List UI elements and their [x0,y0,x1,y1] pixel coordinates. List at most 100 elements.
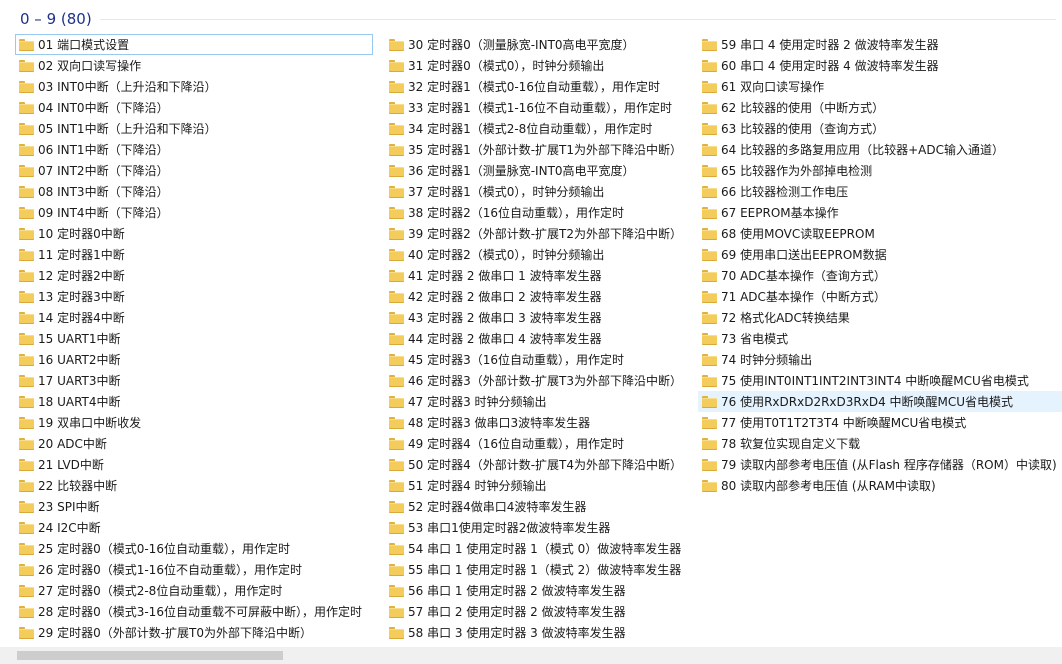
folder-item[interactable]: 56 串口 1 使用定时器 2 做波特率发生器 [385,580,691,601]
folder-icon [389,438,404,450]
folder-name: 64 比较器的多路复用应用（比较器+ADC输入通道） [721,143,1004,157]
folder-icon [702,354,717,366]
horizontal-scrollbar[interactable] [0,647,1062,664]
folder-item[interactable]: 28 定时器0（模式3-16位自动重载不可屏蔽中断），用作定时 [15,601,373,622]
folder-item[interactable]: 62 比较器的使用（中断方式） [698,97,1062,118]
folder-item[interactable]: 20 ADC中断 [15,433,373,454]
folder-item[interactable]: 50 定时器4（外部计数-扩展T4为外部下降沿中断） [385,454,691,475]
folder-item[interactable]: 08 INT3中断（下降沿） [15,181,373,202]
folder-item[interactable]: 40 定时器2（模式0），时钟分频输出 [385,244,691,265]
folder-item[interactable]: 55 串口 1 使用定时器 1（模式 2）做波特率发生器 [385,559,691,580]
folder-item[interactable]: 11 定时器1中断 [15,244,373,265]
folder-name: 30 定时器0（测量脉宽-INT0高电平宽度） [408,38,635,52]
folder-item[interactable]: 48 定时器3 做串口3波特率发生器 [385,412,691,433]
folder-item[interactable]: 04 INT0中断（下降沿） [15,97,373,118]
folder-item[interactable]: 07 INT2中断（下降沿） [15,160,373,181]
folder-name: 50 定时器4（外部计数-扩展T4为外部下降沿中断） [408,458,683,472]
folder-item[interactable]: 19 双串口中断收发 [15,412,373,433]
folder-item[interactable]: 30 定时器0（测量脉宽-INT0高电平宽度） [385,34,691,55]
folder-item[interactable]: 61 双向口读写操作 [698,76,1062,97]
folder-item[interactable]: 44 定时器 2 做串口 4 波特率发生器 [385,328,691,349]
folder-item[interactable]: 42 定时器 2 做串口 2 波特率发生器 [385,286,691,307]
folder-item[interactable]: 59 串口 4 使用定时器 2 做波特率发生器 [698,34,1062,55]
folder-icon [19,102,34,114]
folder-item[interactable]: 71 ADC基本操作（中断方式） [698,286,1062,307]
scrollbar-thumb[interactable] [17,651,283,660]
folder-item[interactable]: 13 定时器3中断 [15,286,373,307]
folder-name: 12 定时器2中断 [38,269,125,283]
folder-item[interactable]: 43 定时器 2 做串口 3 波特率发生器 [385,307,691,328]
folder-item[interactable]: 67 EEPROM基本操作 [698,202,1062,223]
folder-icon [389,291,404,303]
folder-name: 66 比较器检测工作电压 [721,185,849,199]
folder-item[interactable]: 23 SPI中断 [15,496,373,517]
folder-item[interactable]: 80 读取内部参考电压值 (从RAM中读取) [698,475,1062,496]
folder-item[interactable]: 03 INT0中断（上升沿和下降沿） [15,76,373,97]
folder-item[interactable]: 32 定时器1（模式0-16位自动重载），用作定时 [385,76,691,97]
folder-item[interactable]: 45 定时器3（16位自动重载），用作定时 [385,349,691,370]
folder-item[interactable]: 73 省电模式 [698,328,1062,349]
folder-item[interactable]: 76 使用RxDRxD2RxD3RxD4 中断唤醒MCU省电模式 [698,391,1062,412]
folder-item[interactable]: 51 定时器4 时钟分频输出 [385,475,691,496]
folder-item[interactable]: 22 比较器中断 [15,475,373,496]
folder-item[interactable]: 27 定时器0（模式2-8位自动重载），用作定时 [15,580,373,601]
folder-item[interactable]: 21 LVD中断 [15,454,373,475]
folder-icon [389,354,404,366]
folder-item[interactable]: 78 软复位实现自定义下载 [698,433,1062,454]
folder-item[interactable]: 47 定时器3 时钟分频输出 [385,391,691,412]
folder-item[interactable]: 46 定时器3（外部计数-扩展T3为外部下降沿中断） [385,370,691,391]
folder-item[interactable]: 79 读取内部参考电压值 (从Flash 程序存储器（ROM）中读取) [698,454,1062,475]
folder-item[interactable]: 74 时钟分频输出 [698,349,1062,370]
folder-item[interactable]: 77 使用T0T1T2T3T4 中断唤醒MCU省电模式 [698,412,1062,433]
folder-item[interactable]: 60 串口 4 使用定时器 4 做波特率发生器 [698,55,1062,76]
folder-item[interactable]: 58 串口 3 使用定时器 3 做波特率发生器 [385,622,691,643]
folder-item[interactable]: 29 定时器0（外部计数-扩展T0为外部下降沿中断） [15,622,373,643]
folder-item[interactable]: 01 端口模式设置 [15,34,373,55]
folder-item[interactable]: 06 INT1中断（下降沿） [15,139,373,160]
folder-item[interactable]: 36 定时器1（测量脉宽-INT0高电平宽度） [385,160,691,181]
folder-item[interactable]: 10 定时器0中断 [15,223,373,244]
folder-name: 14 定时器4中断 [38,311,125,325]
folder-item[interactable]: 05 INT1中断（上升沿和下降沿） [15,118,373,139]
folder-item[interactable]: 52 定时器4做串口4波特率发生器 [385,496,691,517]
folder-icon [389,480,404,492]
folder-item[interactable]: 14 定时器4中断 [15,307,373,328]
folder-item[interactable]: 72 格式化ADC转换结果 [698,307,1062,328]
folder-item[interactable]: 35 定时器1（外部计数-扩展T1为外部下降沿中断） [385,139,691,160]
folder-name: 35 定时器1（外部计数-扩展T1为外部下降沿中断） [408,143,683,157]
folder-item[interactable]: 18 UART4中断 [15,391,373,412]
group-header[interactable]: 0 – 9 (80) [20,8,92,30]
folder-item[interactable]: 37 定时器1（模式0），时钟分频输出 [385,181,691,202]
folder-item[interactable]: 69 使用串口送出EEPROM数据 [698,244,1062,265]
folder-item[interactable]: 25 定时器0（模式0-16位自动重载），用作定时 [15,538,373,559]
folder-icon [389,522,404,534]
folder-item[interactable]: 15 UART1中断 [15,328,373,349]
folder-item[interactable]: 41 定时器 2 做串口 1 波特率发生器 [385,265,691,286]
folder-item[interactable]: 49 定时器4（16位自动重载），用作定时 [385,433,691,454]
folder-item[interactable]: 33 定时器1（模式1-16位不自动重载），用作定时 [385,97,691,118]
folder-item[interactable]: 31 定时器0（模式0），时钟分频输出 [385,55,691,76]
folder-item[interactable]: 70 ADC基本操作（查询方式） [698,265,1062,286]
folder-item[interactable]: 38 定时器2（16位自动重载），用作定时 [385,202,691,223]
folder-item[interactable]: 64 比较器的多路复用应用（比较器+ADC输入通道） [698,139,1062,160]
folder-item[interactable]: 26 定时器0（模式1-16位不自动重载），用作定时 [15,559,373,580]
folder-item[interactable]: 54 串口 1 使用定时器 1（模式 0）做波特率发生器 [385,538,691,559]
folder-item[interactable]: 17 UART3中断 [15,370,373,391]
folder-name: 01 端口模式设置 [38,38,130,52]
folder-item[interactable]: 24 I2C中断 [15,517,373,538]
folder-item[interactable]: 66 比较器检测工作电压 [698,181,1062,202]
folder-item[interactable]: 09 INT4中断（下降沿） [15,202,373,223]
folder-item[interactable]: 34 定时器1（模式2-8位自动重载），用作定时 [385,118,691,139]
folder-item[interactable]: 16 UART2中断 [15,349,373,370]
folder-icon [389,627,404,639]
folder-item[interactable]: 53 串口1使用定时器2做波特率发生器 [385,517,691,538]
folder-item[interactable]: 39 定时器2（外部计数-扩展T2为外部下降沿中断） [385,223,691,244]
folder-item[interactable]: 65 比较器作为外部掉电检测 [698,160,1062,181]
folder-icon [19,627,34,639]
folder-item[interactable]: 68 使用MOVC读取EEPROM [698,223,1062,244]
folder-item[interactable]: 12 定时器2中断 [15,265,373,286]
folder-item[interactable]: 57 串口 2 使用定时器 2 做波特率发生器 [385,601,691,622]
folder-item[interactable]: 75 使用INT0INT1INT2INT3INT4 中断唤醒MCU省电模式 [698,370,1062,391]
folder-item[interactable]: 63 比较器的使用（查询方式） [698,118,1062,139]
folder-item[interactable]: 02 双向口读写操作 [15,55,373,76]
